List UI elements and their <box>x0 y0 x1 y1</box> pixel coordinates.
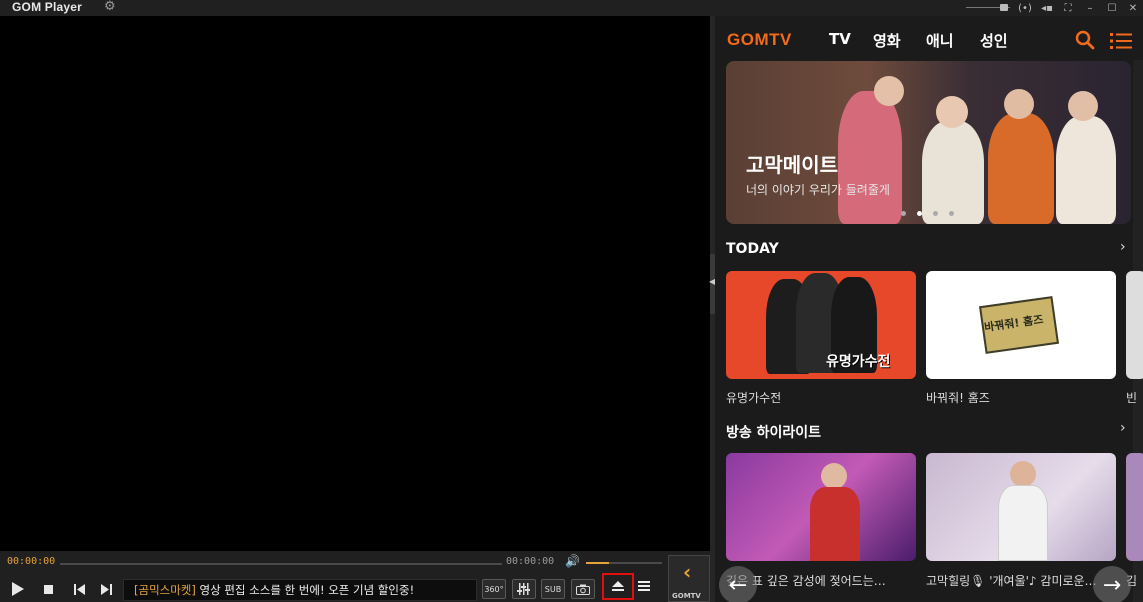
card-famous-singers[interactable]: 유명가수전 <box>726 271 916 379</box>
menu-button[interactable] <box>638 580 652 594</box>
gomtv-panel-toggle[interactable]: ‹ GOMTV <box>668 555 710 602</box>
ad-ticker[interactable]: [곰믹스마켓] 영상 편집 소스를 한 번에! 오픈 기념 할인중! <box>123 579 477 601</box>
card-art-person-head <box>1010 461 1036 487</box>
carousel-dot-active[interactable] <box>917 211 922 216</box>
chevron-left-icon: ‹ <box>683 560 692 584</box>
volume-slider[interactable] <box>586 562 662 564</box>
360-button[interactable]: 360° <box>482 579 506 599</box>
card-label[interactable]: 고막힐링🎙 '개여울'♪ 감미로운… <box>926 572 1116 589</box>
banner-person <box>922 121 984 224</box>
card-partial[interactable] <box>1126 453 1143 561</box>
equalizer-button[interactable] <box>512 579 536 599</box>
ticker-text: 영상 편집 소스를 한 번에! 오픈 기념 할인중! <box>195 583 415 597</box>
chevron-right-icon[interactable]: › <box>1120 420 1126 436</box>
subtitle-button[interactable]: SUB <box>541 579 565 599</box>
eject-icon <box>612 581 624 591</box>
search-icon[interactable] <box>1075 30 1095 50</box>
card-art-person <box>810 487 860 561</box>
skip-forward-icon <box>100 583 112 595</box>
carousel-dot[interactable] <box>933 211 938 216</box>
section-title-highlights: 방송 하이라이트 <box>726 425 822 441</box>
hamburger-icon <box>638 581 650 591</box>
card-highlight-1[interactable] <box>726 453 916 561</box>
play-button[interactable] <box>8 579 28 599</box>
gom-player-window: GOM Player ⚙ (•) ◂▪ ⛶ – ☐ ✕ ◀ 00:00:00 0… <box>0 0 1143 602</box>
banner-person-head <box>874 76 904 106</box>
close-button[interactable]: ✕ <box>1125 0 1141 16</box>
stop-button[interactable] <box>40 579 56 599</box>
list-menu-icon[interactable] <box>1110 31 1132 51</box>
card-change-homes[interactable]: 바꿔줘! 홈즈 <box>926 271 1116 379</box>
carousel-prev-button[interactable]: ← <box>719 566 757 602</box>
playlist-toggle-icon[interactable]: ◂▪ <box>1038 0 1056 16</box>
nav-movie[interactable]: 영화 <box>873 30 901 51</box>
card-art-title: 유명가수전 <box>826 354 891 370</box>
card-art-person-head <box>821 463 847 489</box>
card-label[interactable]: 유명가수전 <box>726 389 916 406</box>
previous-button[interactable] <box>70 579 88 599</box>
nav-tv[interactable]: TV <box>829 30 851 48</box>
banner-person <box>1056 116 1116 224</box>
minimize-button[interactable]: – <box>1082 0 1098 16</box>
volume-level <box>586 562 609 564</box>
current-time: 00:00:00 <box>7 556 56 567</box>
surround-icon[interactable]: (•) <box>1016 0 1034 16</box>
title-bar[interactable]: GOM Player ⚙ (•) ◂▪ ⛶ – ☐ ✕ <box>0 0 1143 16</box>
capture-button[interactable] <box>571 579 595 599</box>
card-label[interactable]: 바꿔줘! 홈즈 <box>926 389 1116 406</box>
stop-icon <box>43 584 53 594</box>
next-button[interactable] <box>97 579 115 599</box>
chevron-right-icon[interactable]: › <box>1120 239 1126 255</box>
seek-bar[interactable] <box>60 563 502 565</box>
banner-subtitle: 너의 이야기 우리가 들려줄게 <box>746 183 890 197</box>
video-display[interactable] <box>0 16 710 551</box>
banner-person-head <box>1068 91 1098 121</box>
card-art-person <box>998 485 1048 561</box>
gear-icon[interactable]: ⚙ <box>104 0 116 14</box>
play-icon <box>12 582 24 596</box>
fullscreen-icon[interactable]: ⛶ <box>1060 0 1076 16</box>
volume-icon[interactable]: 🔊 <box>565 554 580 568</box>
card-highlight-2[interactable] <box>926 453 1116 561</box>
featured-banner[interactable]: 고막메이트 너의 이야기 우리가 들려줄게 <box>726 61 1131 224</box>
gomtv-toggle-label: GOMTV <box>672 592 701 600</box>
section-title-today: TODAY <box>726 241 779 257</box>
ticker-tag: [곰믹스마켓] <box>134 583 196 597</box>
banner-person-head <box>1004 89 1034 119</box>
carousel-dot[interactable] <box>901 211 906 216</box>
nav-adult[interactable]: 성인 <box>980 30 1008 51</box>
gomtv-logo[interactable]: GOMTV <box>727 30 792 50</box>
total-time: 00:00:00 <box>506 556 555 567</box>
gomtv-panel: GOMTV TV 영화 애니 성인 고막메이트 너의 이야기 우리가 들려줄게 <box>715 16 1143 602</box>
app-title: GOM Player <box>12 0 83 14</box>
nav-anime[interactable]: 애니 <box>926 30 954 51</box>
maximize-button[interactable]: ☐ <box>1104 0 1120 16</box>
open-file-button[interactable] <box>602 573 634 600</box>
equalizer-icon <box>517 583 530 595</box>
banner-person <box>838 91 902 224</box>
banner-person-head <box>936 96 968 128</box>
camera-icon <box>576 584 590 595</box>
opacity-slider-knob[interactable] <box>1000 4 1008 11</box>
carousel-next-button[interactable]: → <box>1093 566 1131 602</box>
banner-person <box>988 113 1054 224</box>
card-label[interactable]: 빈 <box>1126 389 1136 406</box>
card-partial[interactable] <box>1126 271 1143 379</box>
banner-title: 고막메이트 <box>746 153 838 177</box>
carousel-dot[interactable] <box>949 211 954 216</box>
skip-back-icon <box>73 583 85 595</box>
